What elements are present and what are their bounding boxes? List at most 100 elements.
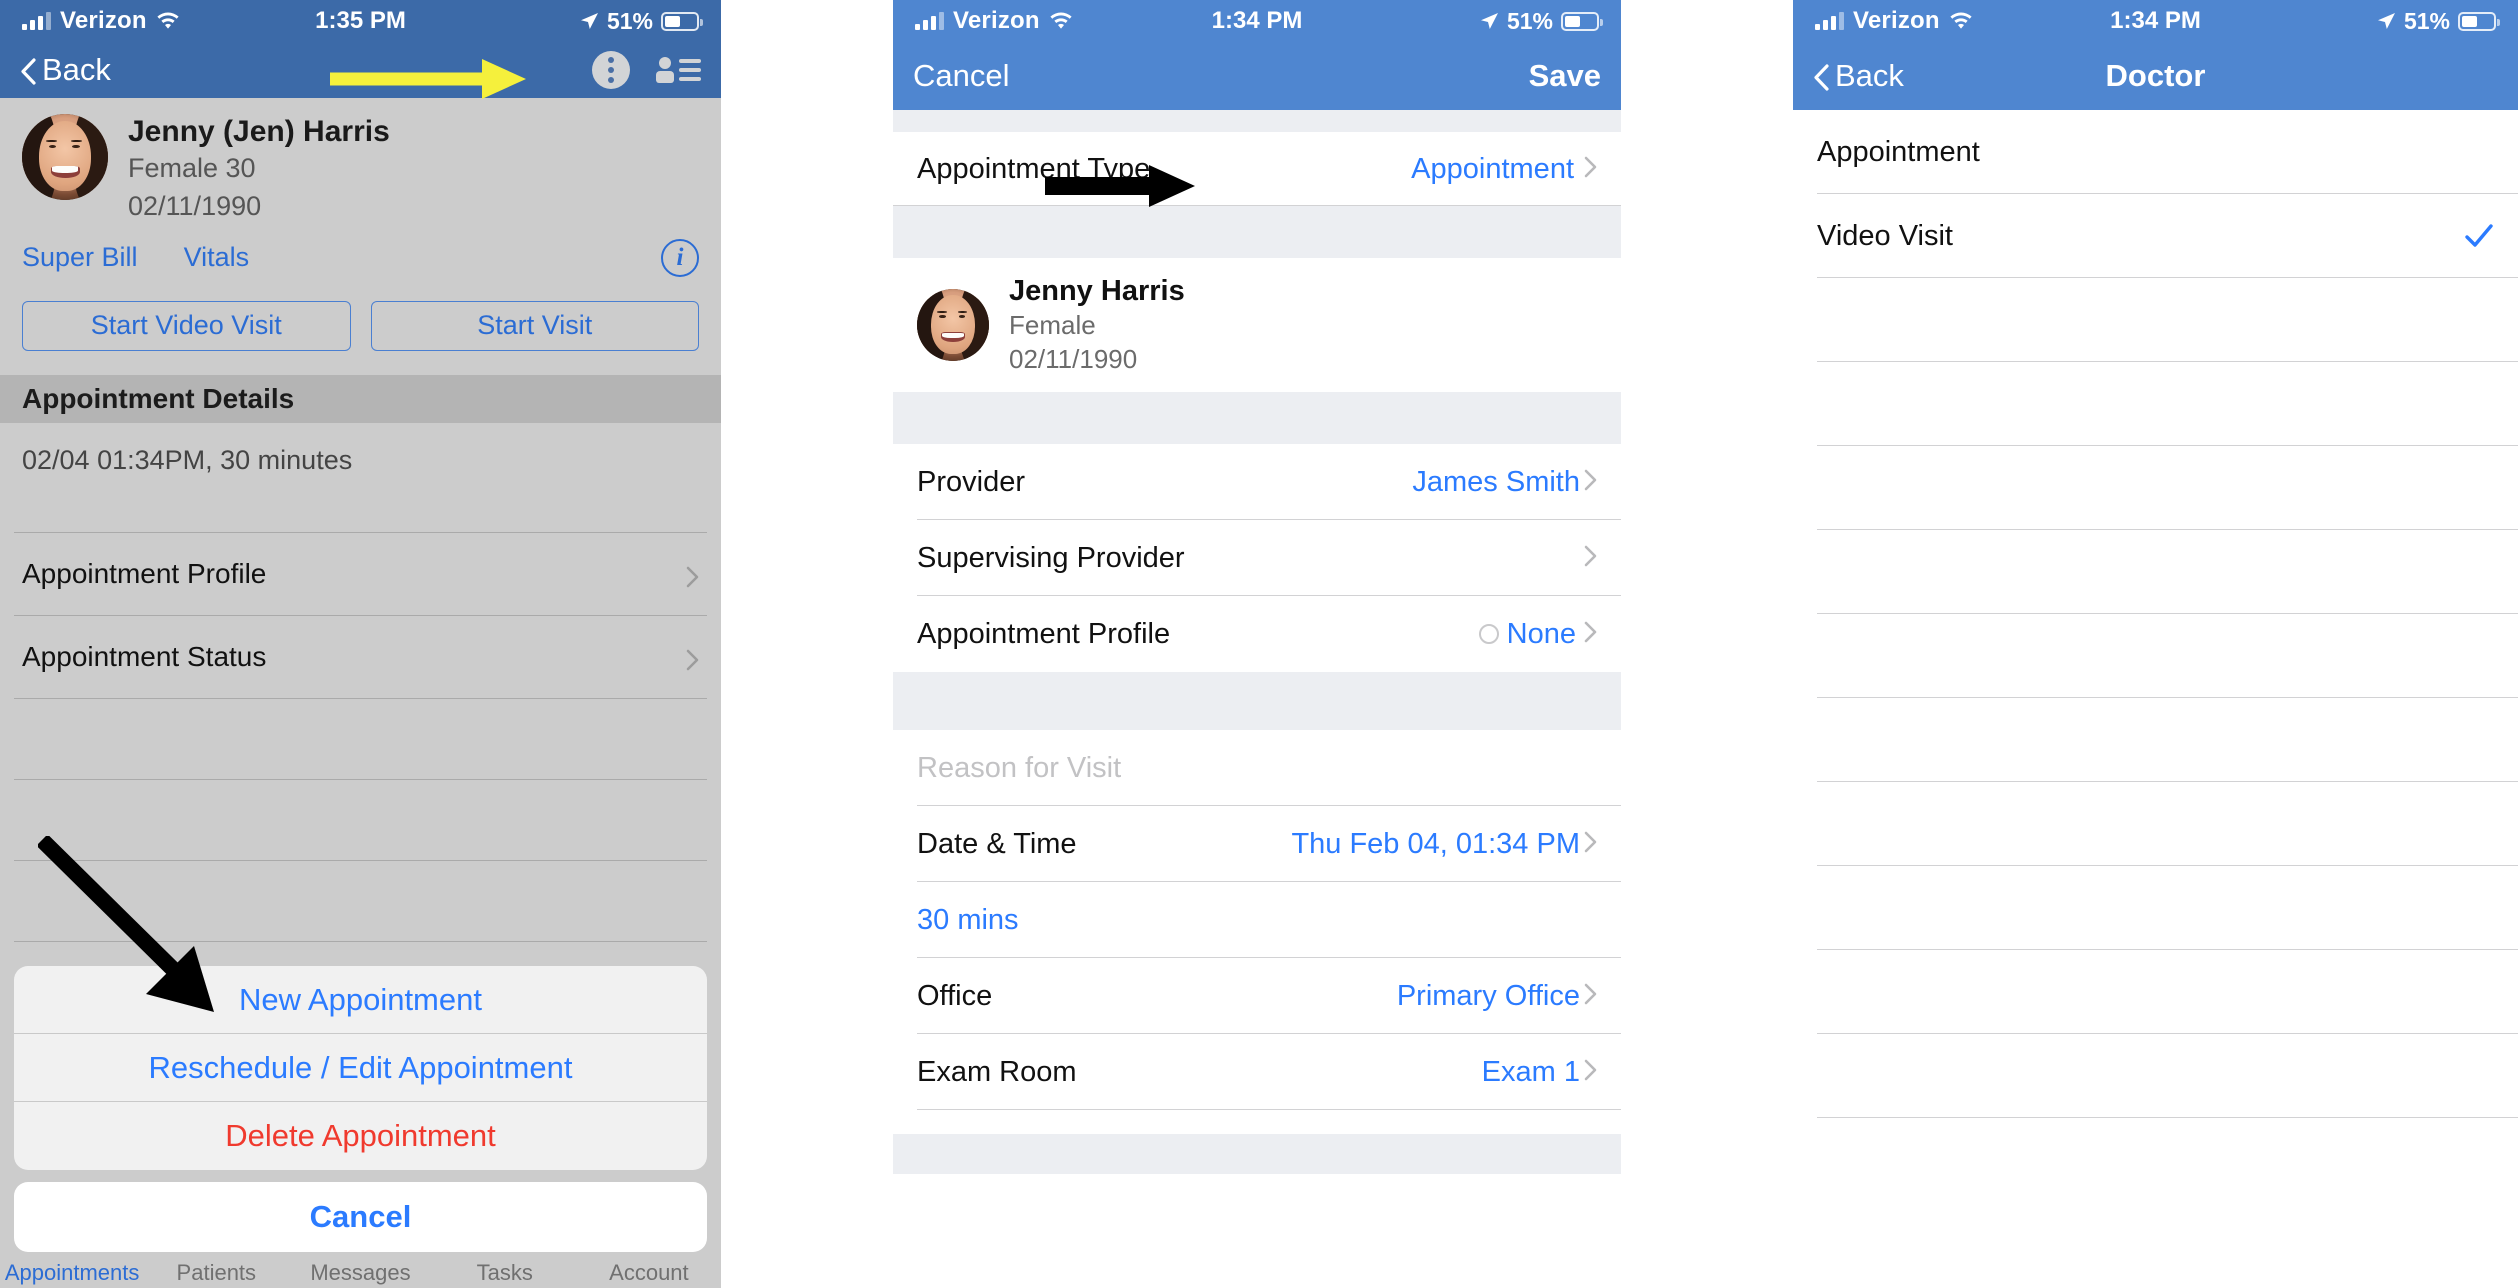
chevron-right-icon	[1584, 466, 1597, 499]
list-item[interactable]	[1793, 866, 2518, 950]
row-appointment-profile[interactable]: Appointment Profile None	[893, 596, 1621, 673]
appointment-summary: 02/04 01:34PM, 30 minutes	[22, 444, 353, 475]
row-date-time-label: Date & Time	[917, 827, 1077, 860]
row-date-time[interactable]: Date & Time Thu Feb 04, 01:34 PM	[893, 806, 1621, 883]
row-appointment-status-label: Appointment Status	[22, 640, 267, 672]
action-new-appointment[interactable]: New Appointment	[14, 966, 707, 1034]
patient-quick-links: Super Bill Vitals i	[0, 225, 721, 277]
row-supervising-provider-label: Supervising Provider	[917, 541, 1185, 574]
vitals-link[interactable]: Vitals	[184, 242, 250, 273]
panel-edit-appointment: Verizon 1:34 PM 51% Cancel Save Appointm…	[893, 0, 1621, 1288]
person-list-icon[interactable]	[656, 57, 701, 83]
panel1-body: Jenny (Jen) Harris Female 30 02/11/1990 …	[0, 98, 721, 1288]
appointment-details-header: Appointment Details	[0, 374, 721, 423]
save-button[interactable]: Save	[1529, 58, 1601, 94]
battery-icon	[661, 11, 703, 31]
chevron-right-icon	[1584, 828, 1597, 861]
row-appointment-type[interactable]: Appointment Type Appointment	[893, 132, 1621, 206]
list-item[interactable]	[1793, 698, 2518, 782]
row-appointment-profile-label: Appointment Profile	[22, 557, 267, 589]
tab-messages[interactable]: Messages	[288, 1258, 432, 1286]
battery-percent-label: 51%	[2403, 7, 2450, 34]
tab-appointments[interactable]: Appointments	[0, 1258, 144, 1286]
chevron-right-icon	[1584, 542, 1597, 575]
status-right: 51%	[1479, 8, 1603, 35]
row-duration[interactable]: 30 mins	[893, 882, 1621, 959]
row-provider[interactable]: Provider James Smith	[893, 444, 1621, 521]
divider	[1817, 1117, 2518, 1118]
option-video-visit-label: Video Visit	[1817, 219, 1953, 252]
row-appointment-profile[interactable]: Appointment Profile	[0, 533, 721, 615]
back-button[interactable]: Back	[20, 52, 111, 88]
cellular-bars-icon	[1815, 12, 1844, 30]
status-bar: Verizon 1:34 PM 51%	[893, 0, 1621, 42]
cellular-bars-icon	[22, 12, 51, 30]
row-duration-value: 30 mins	[917, 903, 1019, 936]
tab-patients[interactable]: Patients	[144, 1258, 288, 1286]
action-sheet-group: New Appointment Reschedule / Edit Appoin…	[14, 966, 707, 1170]
panel-doctor-appointment-type-picker: Verizon 1:34 PM 51% Back Doctor Appointm…	[1793, 0, 2518, 1288]
divider	[893, 205, 1621, 206]
reason-for-visit-input[interactable]: Reason for Visit	[893, 730, 1621, 807]
chevron-right-icon	[1584, 980, 1597, 1013]
nav-bar: Back	[0, 42, 721, 98]
list-item[interactable]	[1793, 278, 2518, 362]
status-right: 51%	[579, 7, 703, 35]
visit-actions: Start Video Visit Start Visit	[0, 277, 721, 351]
start-visit-button[interactable]: Start Visit	[370, 300, 699, 351]
row-office[interactable]: Office Primary Office	[893, 958, 1621, 1035]
start-video-visit-button[interactable]: Start Video Visit	[22, 300, 351, 351]
status-bar: Verizon 1:35 PM 51%	[0, 0, 721, 42]
action-sheet-cancel-button[interactable]: Cancel	[14, 1182, 707, 1252]
divider	[917, 1109, 1621, 1111]
list-item[interactable]	[1793, 362, 2518, 446]
back-button[interactable]: Back	[1813, 58, 1904, 94]
row-supervising-provider[interactable]: Supervising Provider	[893, 520, 1621, 597]
chevron-right-icon	[1584, 618, 1597, 651]
tab-tasks[interactable]: Tasks	[433, 1258, 577, 1286]
row-office-value: Primary Office	[1396, 979, 1580, 1012]
list-item[interactable]	[1793, 1034, 2518, 1118]
patient-card[interactable]: Jenny (Jen) Harris Female 30 02/11/1990	[0, 98, 721, 225]
cancel-button[interactable]: Cancel	[913, 58, 1010, 94]
row-exam-room-value: Exam 1	[1481, 1055, 1580, 1088]
list-item[interactable]	[1793, 530, 2518, 614]
status-bar: Verizon 1:34 PM 51%	[1793, 0, 2518, 42]
row-provider-label: Provider	[917, 465, 1025, 498]
row-appointment-type-value: Appointment	[1411, 152, 1574, 185]
panel-appointment-details: Verizon 1:35 PM 51% Back Jenny (Jen) Har…	[0, 0, 721, 1288]
wifi-icon	[1949, 12, 1973, 30]
option-video-visit[interactable]: Video Visit	[1793, 194, 2518, 278]
list-item[interactable]	[1793, 782, 2518, 866]
row-supervising-provider-value-wrap	[1584, 542, 1597, 575]
row-appointment-profile-value: None	[1506, 617, 1576, 650]
nav-bar: Back Doctor	[1793, 42, 2518, 110]
radio-unselected-icon[interactable]	[1478, 624, 1499, 645]
action-delete-appointment[interactable]: Delete Appointment	[14, 1102, 707, 1170]
group-gap	[893, 110, 1621, 132]
list-item[interactable]	[1793, 950, 2518, 1034]
patient-dob: 02/11/1990	[128, 191, 262, 222]
chevron-right-icon	[686, 563, 699, 587]
row-appointment-status[interactable]: Appointment Status	[0, 616, 721, 698]
list-item[interactable]	[1793, 446, 2518, 530]
back-button-label: Back	[1835, 58, 1904, 93]
super-bill-link[interactable]: Super Bill	[22, 242, 138, 273]
battery-percent-label: 51%	[606, 7, 653, 34]
nav-right-actions: Save	[1529, 58, 1601, 94]
location-arrow-icon	[579, 11, 599, 31]
group-gap	[893, 1134, 1621, 1175]
info-circle-icon[interactable]: i	[661, 238, 699, 277]
tab-account[interactable]: Account	[577, 1258, 721, 1286]
row-appointment-type-value-wrap[interactable]: Appointment	[1411, 153, 1597, 186]
list-item[interactable]	[1793, 614, 2518, 698]
more-options-kebab-icon[interactable]	[592, 51, 630, 89]
option-appointment[interactable]: Appointment	[1793, 110, 2518, 194]
group-gap	[893, 206, 1621, 258]
battery-icon	[2458, 11, 2500, 31]
row-exam-room[interactable]: Exam Room Exam 1	[893, 1034, 1621, 1111]
patient-row[interactable]: Jenny Harris Female 02/11/1990	[893, 258, 1621, 393]
chevron-left-icon	[20, 57, 36, 85]
action-reschedule-edit-appointment[interactable]: Reschedule / Edit Appointment	[14, 1034, 707, 1102]
